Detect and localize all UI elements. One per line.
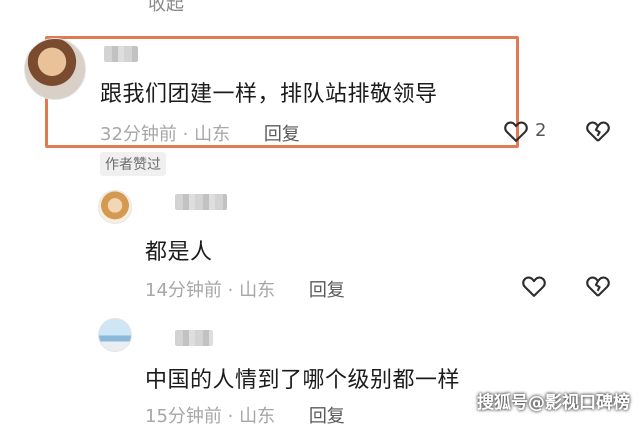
reply-button[interactable]: 回复 bbox=[309, 280, 345, 301]
username-blurred[interactable] bbox=[104, 46, 138, 62]
meta-separator: · bbox=[221, 280, 240, 301]
comment-text: 中国的人情到了哪个级别都一样 bbox=[145, 368, 461, 393]
collapse-link-cut[interactable]: 收起 bbox=[148, 0, 184, 16]
avatar[interactable] bbox=[98, 190, 132, 224]
author-liked-badge: 作者赞过 bbox=[100, 152, 166, 176]
avatar[interactable] bbox=[98, 318, 132, 352]
username-blurred[interactable] bbox=[175, 194, 227, 210]
comment-location: 山东 bbox=[239, 280, 276, 301]
comment-time: 32分钟前 bbox=[100, 124, 177, 145]
comment-text: 跟我们团建一样，排队站排敬领导 bbox=[100, 82, 438, 107]
comment-meta: 15分钟前 · 山东 回复 bbox=[145, 402, 345, 428]
reply-button[interactable]: 回复 bbox=[309, 406, 345, 427]
comment-location: 山东 bbox=[194, 124, 231, 145]
comment-meta: 32分钟前 · 山东 回复 bbox=[100, 120, 300, 146]
avatar[interactable] bbox=[24, 38, 86, 100]
comment-text: 都是人 bbox=[145, 240, 213, 265]
username-blurred[interactable] bbox=[175, 330, 213, 346]
like-count: 2 bbox=[535, 120, 547, 141]
meta-separator: · bbox=[176, 124, 195, 145]
heart-outline-icon[interactable] bbox=[520, 272, 548, 300]
heart-outline-icon[interactable] bbox=[502, 117, 530, 145]
comment-time: 15分钟前 bbox=[145, 406, 222, 427]
watermark: 搜狐号@影视口碑榜 bbox=[477, 393, 630, 413]
broken-heart-icon[interactable] bbox=[584, 117, 612, 145]
comment-time: 14分钟前 bbox=[145, 280, 222, 301]
reply-button[interactable]: 回复 bbox=[264, 124, 300, 145]
comment-location: 山东 bbox=[239, 406, 276, 427]
broken-heart-icon[interactable] bbox=[584, 272, 612, 300]
comment-meta: 14分钟前 · 山东 回复 bbox=[145, 276, 345, 302]
meta-separator: · bbox=[221, 406, 240, 427]
